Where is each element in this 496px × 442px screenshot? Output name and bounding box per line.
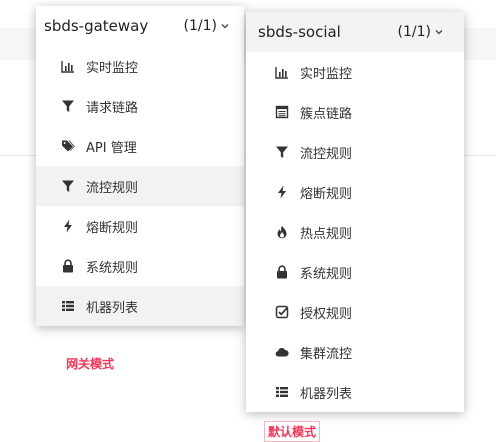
gateway-app-title: sbds-gateway [44, 17, 149, 35]
gateway-menu-header[interactable]: sbds-gateway (1/1) [36, 6, 244, 46]
bolt-icon [274, 184, 290, 200]
gateway-item-label: 流控规则 [86, 180, 139, 196]
gateway-item-api-management[interactable]: API 管理 [36, 126, 244, 166]
social-item-label: 熔断规则 [300, 186, 353, 202]
social-item-realtime-monitor[interactable]: 实时监控 [246, 52, 464, 92]
social-count-text: (1/1) [397, 24, 431, 40]
gateway-item-degrade-rules[interactable]: 熔断规则 [36, 206, 244, 246]
social-item-label: 实时监控 [300, 66, 353, 82]
lock-icon [274, 264, 290, 280]
list-icon [274, 384, 290, 400]
chevron-down-icon [221, 24, 229, 29]
social-item-label: 授权规则 [300, 306, 353, 322]
gateway-app-menu: sbds-gateway (1/1) 实时监控 请求链路 API 管理 流控规则… [36, 6, 244, 326]
gateway-item-flow-rules[interactable]: 流控规则 [36, 166, 244, 206]
social-item-label: 流控规则 [300, 146, 353, 162]
filter-icon [60, 98, 76, 114]
social-app-menu: sbds-social (1/1) 实时监控 簇点链路 流控规则 熔断规则 热点… [246, 12, 464, 412]
social-item-cluster-point-chain[interactable]: 簇点链路 [246, 92, 464, 132]
social-item-label: 热点规则 [300, 226, 353, 242]
filter-icon [60, 178, 76, 194]
social-item-degrade-rules[interactable]: 熔断规则 [246, 172, 464, 212]
social-machine-count: (1/1) [398, 24, 444, 40]
social-app-title: sbds-social [258, 23, 341, 41]
social-item-system-rules[interactable]: 系统规则 [246, 252, 464, 292]
cloud-icon [274, 344, 290, 360]
social-item-cluster-flow[interactable]: 集群流控 [246, 332, 464, 372]
bolt-icon [60, 218, 76, 234]
gateway-item-realtime-monitor[interactable]: 实时监控 [36, 46, 244, 86]
gateway-item-label: 系统规则 [86, 260, 139, 276]
gateway-machine-count: (1/1) [184, 18, 230, 34]
social-item-label: 机器列表 [300, 386, 353, 402]
gateway-item-label: 请求链路 [86, 100, 139, 116]
gateway-item-label: API 管理 [86, 140, 137, 156]
social-item-label: 系统规则 [300, 266, 353, 282]
gateway-item-label: 实时监控 [86, 60, 139, 76]
social-item-label: 集群流控 [300, 346, 353, 362]
social-item-machine-list[interactable]: 机器列表 [246, 372, 464, 412]
bar-chart-icon [274, 64, 290, 80]
default-mode-label: 默认模式 [264, 421, 321, 442]
lock-icon [60, 258, 76, 274]
social-item-authority-rules[interactable]: 授权规则 [246, 292, 464, 332]
social-item-label: 簇点链路 [300, 106, 353, 122]
gateway-mode-label: 网关模式 [66, 357, 115, 371]
gateway-item-label: 熔断规则 [86, 220, 139, 236]
check-square-icon [274, 304, 290, 320]
bar-chart-icon [60, 58, 76, 74]
gateway-count-text: (1/1) [183, 18, 217, 34]
social-item-hotspot-rules[interactable]: 热点规则 [246, 212, 464, 252]
gateway-item-system-rules[interactable]: 系统规则 [36, 246, 244, 286]
table-icon [274, 104, 290, 120]
filter-icon [274, 144, 290, 160]
list-icon [60, 298, 76, 314]
gateway-item-request-chain[interactable]: 请求链路 [36, 86, 244, 126]
gateway-item-machine-list[interactable]: 机器列表 [36, 286, 244, 326]
social-item-flow-rules[interactable]: 流控规则 [246, 132, 464, 172]
tags-icon [60, 138, 76, 154]
fire-icon [274, 224, 290, 240]
chevron-down-icon [435, 30, 443, 35]
social-menu-header[interactable]: sbds-social (1/1) [246, 12, 464, 52]
gateway-item-label: 机器列表 [86, 300, 139, 316]
